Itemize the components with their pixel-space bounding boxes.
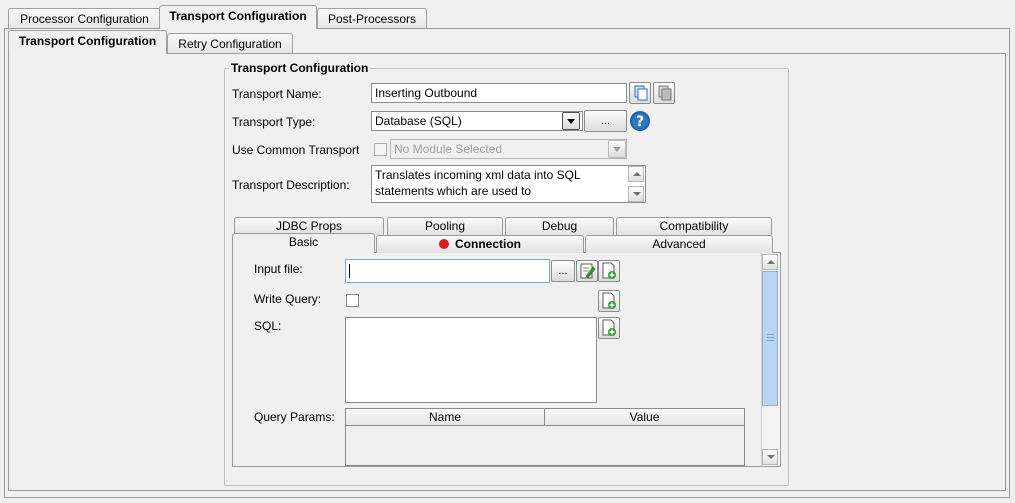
use-common-transport-label: Use Common Transport	[232, 143, 360, 157]
subtab-transport-configuration[interactable]: Transport Configuration	[8, 30, 167, 54]
tab-connection[interactable]: Connection	[376, 235, 584, 253]
tab-basic[interactable]: Basic	[232, 233, 375, 253]
group-title: Transport Configuration	[229, 61, 371, 75]
transport-name-input[interactable]: Inserting Outbound	[371, 83, 627, 103]
column-header-value[interactable]: Value	[544, 408, 745, 426]
text-cursor	[349, 264, 350, 278]
paste-button[interactable]	[653, 82, 675, 104]
edit-icon	[580, 263, 596, 279]
copy-button[interactable]	[629, 82, 651, 104]
tab-compatibility[interactable]: Compatibility	[616, 217, 772, 235]
error-dot-icon	[439, 239, 449, 249]
properties-scroll-down[interactable]	[762, 449, 778, 465]
tab-post-processors[interactable]: Post-Processors	[317, 8, 427, 30]
svg-text:?: ?	[636, 114, 644, 130]
subtab-retry-configuration[interactable]: Retry Configuration	[167, 33, 293, 55]
write-query-label: Write Query:	[254, 292, 322, 306]
common-module-dropdown-icon[interactable]	[608, 140, 626, 158]
description-scroll-down[interactable]	[628, 186, 644, 202]
edit-file-button[interactable]	[576, 260, 598, 282]
description-scroll-up[interactable]	[628, 166, 644, 182]
transport-name-label: Transport Name:	[232, 87, 322, 101]
column-header-name[interactable]: Name	[345, 408, 545, 426]
transport-description-label: Transport Description:	[232, 178, 350, 192]
tab-connection-label: Connection	[455, 237, 521, 251]
properties-scroll-up[interactable]	[762, 254, 778, 270]
transport-type-browse-button[interactable]: ...	[584, 110, 627, 132]
sql-textarea[interactable]	[345, 317, 597, 403]
tab-pooling[interactable]: Pooling	[387, 217, 503, 235]
write-query-add-button[interactable]	[598, 290, 620, 312]
sql-add-button[interactable]	[598, 317, 620, 339]
write-query-checkbox[interactable]	[346, 294, 359, 307]
query-params-label: Query Params:	[254, 410, 335, 424]
sql-label: SQL:	[254, 319, 282, 333]
add-document-icon	[602, 292, 616, 309]
input-file-browse-button[interactable]: ...	[551, 260, 575, 282]
transport-type-label: Transport Type:	[232, 115, 316, 129]
transport-description-textarea[interactable]: Translates incoming xml data into SQL st…	[371, 165, 646, 203]
input-file-add-button[interactable]	[598, 260, 620, 282]
transport-type-select[interactable]: Database (SQL)	[371, 111, 583, 131]
transport-type-dropdown-icon[interactable]	[562, 112, 580, 130]
input-file-input[interactable]	[345, 259, 550, 283]
tab-debug[interactable]: Debug	[505, 217, 614, 235]
add-document-icon	[602, 262, 616, 279]
tab-transport-configuration[interactable]: Transport Configuration	[159, 5, 317, 29]
tab-advanced[interactable]: Advanced	[585, 235, 773, 253]
tab-processor-configuration[interactable]: Processor Configuration	[8, 8, 161, 30]
help-icon[interactable]: ?	[629, 110, 651, 132]
properties-scroll-thumb[interactable]	[762, 271, 778, 406]
add-document-icon	[602, 319, 616, 336]
use-common-transport-checkbox[interactable]	[374, 143, 387, 156]
copy-icon	[634, 85, 648, 101]
paste-icon	[658, 85, 672, 101]
input-file-label: Input file:	[254, 262, 303, 276]
common-module-select[interactable]: No Module Selected	[390, 139, 627, 159]
